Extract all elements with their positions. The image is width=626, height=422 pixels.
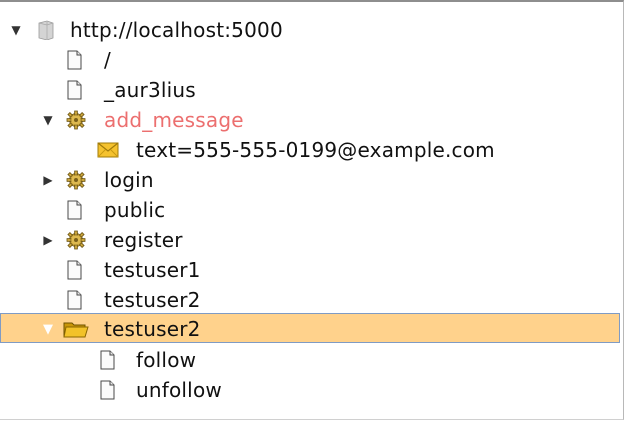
tree-node-label: text=555-555-0199@example.com xyxy=(136,138,495,162)
gear-icon xyxy=(65,170,87,190)
page-icon xyxy=(63,200,85,220)
page-icon xyxy=(96,380,118,400)
page-icon xyxy=(96,350,118,370)
tree-node-label: follow xyxy=(136,348,197,372)
tree-node-row-selected[interactable]: ▼ testuser2 xyxy=(0,313,620,343)
collapse-arrow-icon[interactable]: ▼ xyxy=(8,15,24,45)
tree-node-label: _aur3lius xyxy=(104,78,196,102)
expand-arrow-icon[interactable]: ▶ xyxy=(40,225,56,255)
tree-node-row[interactable]: testuser1 xyxy=(0,255,620,285)
tree-node-label: login xyxy=(104,168,154,192)
tree-node-label: testuser2 xyxy=(104,317,201,341)
gear-icon xyxy=(65,110,87,130)
tree-node-label: register xyxy=(104,228,183,252)
page-icon xyxy=(63,50,85,70)
tree-node-row[interactable]: _aur3lius xyxy=(0,75,620,105)
tree-node-row[interactable]: testuser2 xyxy=(0,285,620,315)
tree-root-label: http://localhost:5000 xyxy=(70,18,283,42)
tree-node-label: testuser1 xyxy=(104,258,201,282)
tree-node-label: unfollow xyxy=(136,378,222,402)
tree-node-row[interactable]: ▼ add_message xyxy=(0,105,620,135)
tree-node-row[interactable]: public xyxy=(0,195,620,225)
collapse-arrow-icon[interactable]: ▼ xyxy=(40,314,56,344)
tree-node-label: testuser2 xyxy=(104,288,201,312)
tree-node-label: public xyxy=(104,198,166,222)
page-icon xyxy=(63,80,85,100)
envelope-icon xyxy=(97,140,119,160)
folder-icon xyxy=(63,319,89,339)
expand-arrow-icon[interactable]: ▶ xyxy=(40,165,56,195)
tree-node-row[interactable]: text=555-555-0199@example.com xyxy=(0,135,620,165)
tree-root-row[interactable]: ▼ http://localhost:5000 xyxy=(0,15,620,45)
site-tree-panel: ▼ http://localhost:5000 / _aur3lius ▼ ad… xyxy=(0,0,624,420)
tree-node-row[interactable]: / xyxy=(0,45,620,75)
gear-icon xyxy=(65,230,87,250)
tree-node-row[interactable]: follow xyxy=(0,345,620,375)
tree-node-row[interactable]: ▶ register xyxy=(0,225,620,255)
server-icon xyxy=(35,20,57,40)
tree-node-row[interactable]: unfollow xyxy=(0,375,620,405)
tree-node-label: add_message xyxy=(104,108,244,132)
page-icon xyxy=(63,260,85,280)
tree-node-label: / xyxy=(104,48,111,72)
tree-node-row[interactable]: ▶ login xyxy=(0,165,620,195)
page-icon xyxy=(63,290,85,310)
collapse-arrow-icon[interactable]: ▼ xyxy=(40,105,56,135)
